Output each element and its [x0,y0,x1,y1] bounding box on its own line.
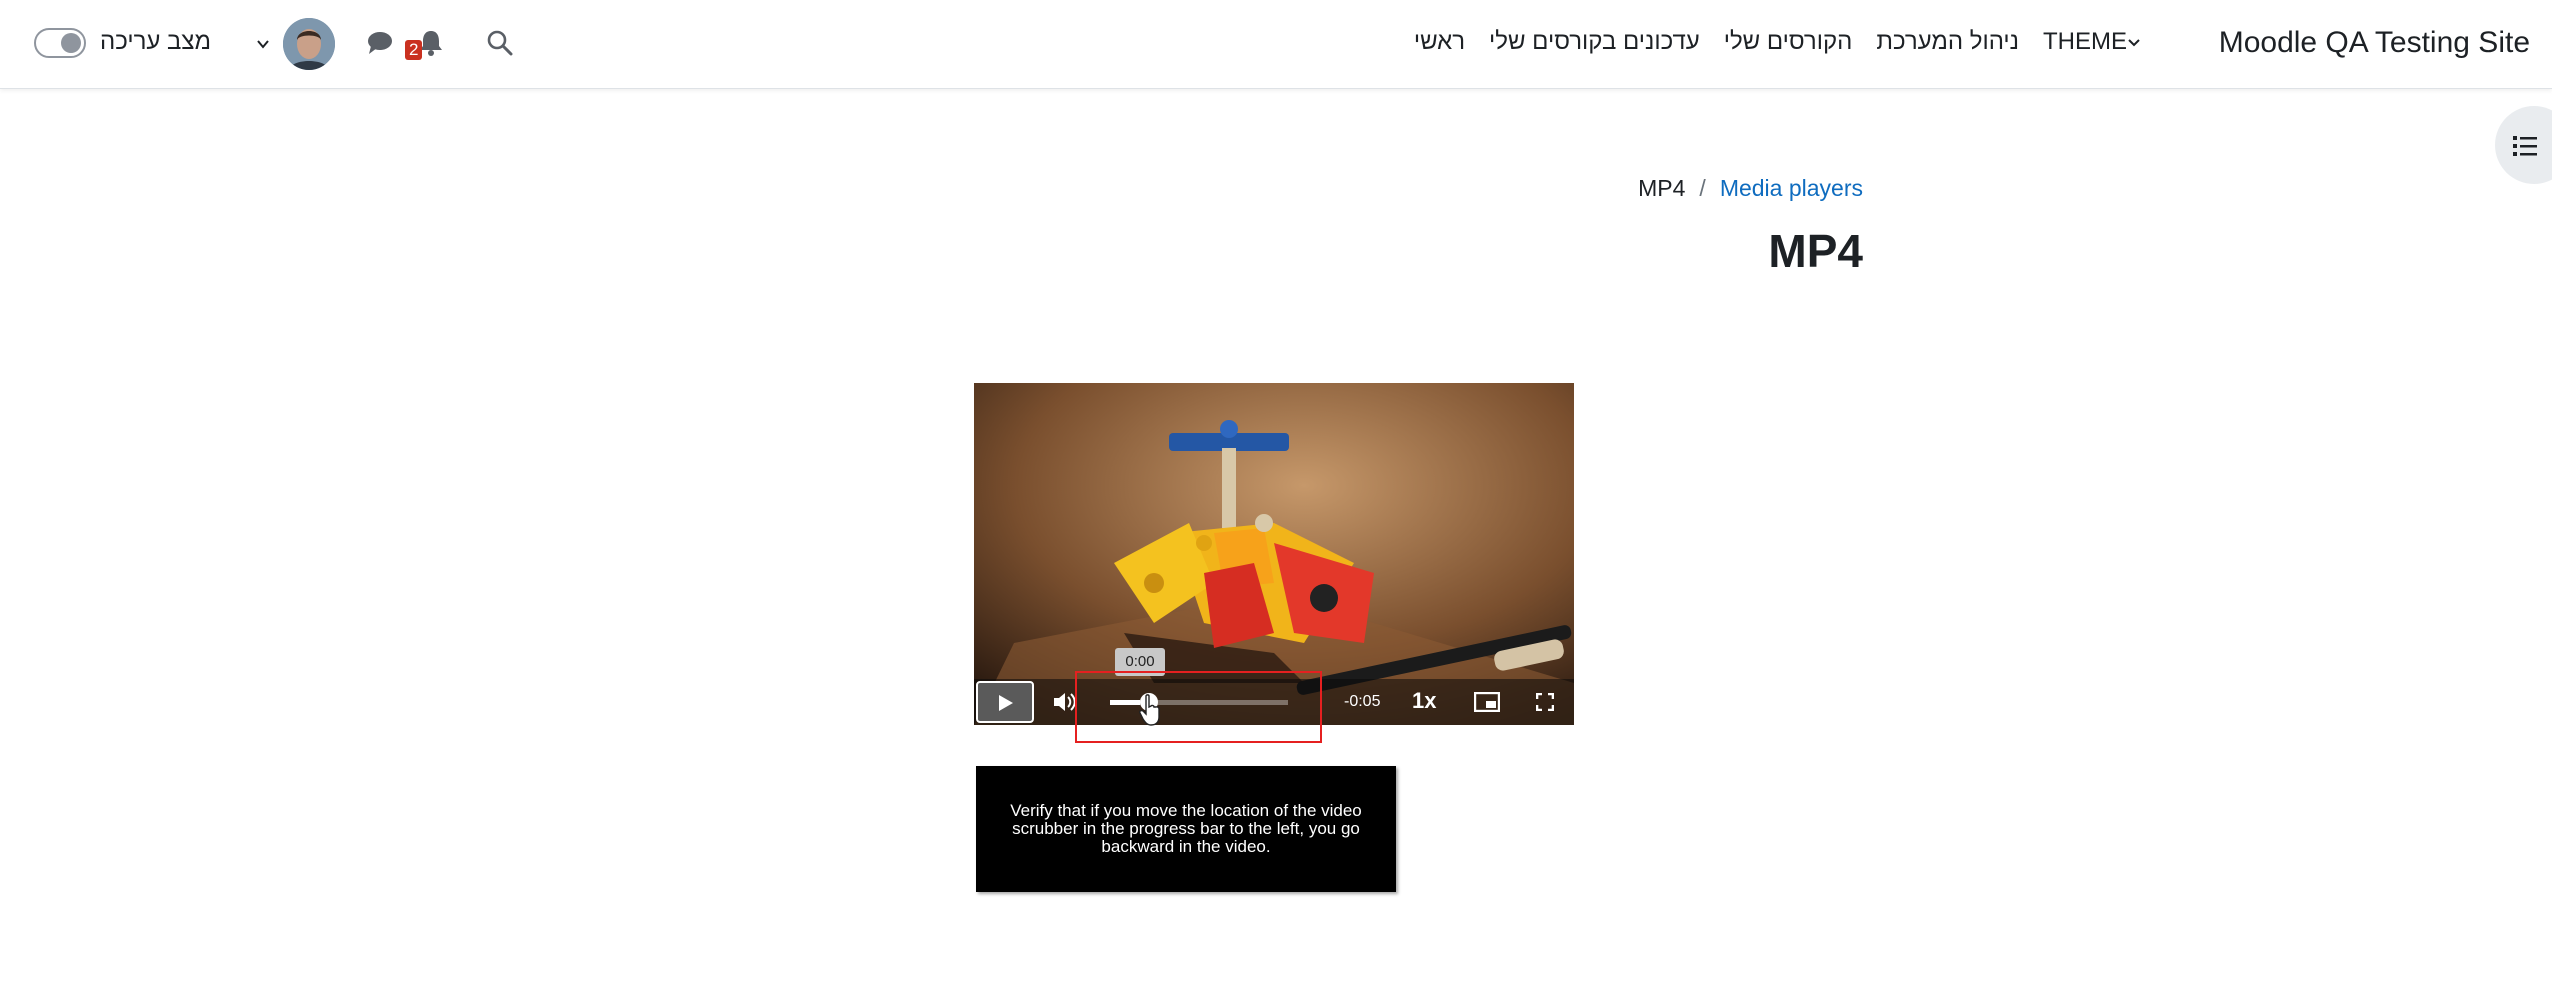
play-icon [999,695,1013,711]
site-name[interactable]: Moodle QA Testing Site [2219,26,2530,60]
nav-item-theme-label: THEME [2043,28,2127,55]
nav-item-home[interactable]: ראשי [1414,28,1465,56]
breadcrumb-current: MP4 [1638,175,1686,201]
edit-mode-label: מצב עריכה [100,28,211,55]
nav-item-site-admin[interactable]: ניהול המערכת [1876,28,2019,56]
search-icon[interactable] [486,29,514,62]
chevron-down-icon [2128,39,2140,47]
breadcrumb: MP4 / Media players [1638,175,1863,202]
nav-item-course-updates[interactable]: עדכונים בקורסים שלי [1489,28,1700,56]
breadcrumb-separator: / [1699,175,1706,201]
list-icon [2513,136,2537,156]
picture-in-picture-icon[interactable] [1473,691,1501,717]
page-title: MP4 [1768,225,1863,277]
primary-navigation: ראשי עדכונים בקורסים שלי הקורסים שלי ניה… [1390,28,2145,56]
breadcrumb-link-media-players[interactable]: Media players [1720,175,1863,202]
avatar[interactable] [283,18,335,70]
nav-item-theme[interactable]: THEME [2043,28,2145,56]
playback-speed-button[interactable]: 1x [1412,688,1436,714]
edit-mode-toggle[interactable] [34,28,86,58]
remaining-time: -0:05 [1344,693,1381,710]
highlight-box [1075,671,1322,743]
user-menu-chevron-down-icon[interactable] [255,36,271,57]
test-instruction-text: Verify that if you move the location of … [1010,801,1362,856]
top-navbar: Moodle QA Testing Site ראשי עדכונים בקור… [0,0,2552,89]
test-instruction-box: Verify that if you move the location of … [976,766,1396,892]
course-index-drawer-button[interactable] [2495,106,2552,184]
notification-count-badge: 2 [405,40,423,60]
volume-icon[interactable] [1052,691,1076,718]
nav-item-my-courses[interactable]: הקורסים שלי [1724,28,1853,56]
play-button[interactable] [976,681,1034,723]
chat-icon[interactable] [366,30,394,61]
fullscreen-icon[interactable] [1535,692,1555,716]
hand-cursor-icon [1139,694,1160,726]
toggle-knob [61,33,81,53]
